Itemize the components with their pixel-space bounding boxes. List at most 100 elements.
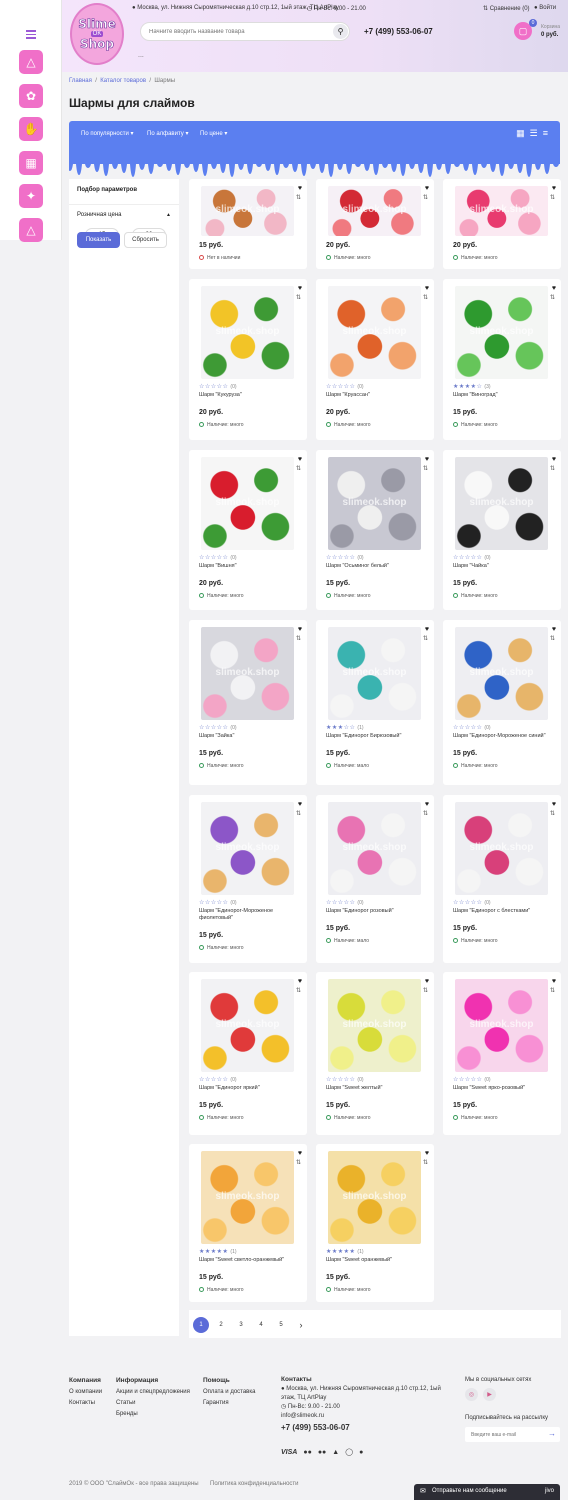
chevron-up-icon[interactable]: ▲ bbox=[166, 212, 171, 218]
product-card[interactable]: slimeok.shop ♥ ⇅ ★★★☆☆ (1) Шарм "Единорог Бир… bbox=[316, 620, 434, 785]
heart-icon[interactable]: ♥ bbox=[552, 285, 556, 292]
compare-icon[interactable]: ⇅ bbox=[550, 465, 555, 472]
heart-icon[interactable]: ♥ bbox=[425, 1150, 429, 1157]
product-card[interactable]: slimeok.shop ♥ ⇅ ★★★★★ (1) Шарм "Sweet светло… bbox=[189, 1144, 307, 1302]
compare-icon[interactable]: ⇅ bbox=[296, 635, 301, 642]
heart-icon[interactable]: ♥ bbox=[425, 456, 429, 463]
product-name[interactable]: Шарм "Sweet оранжевый" bbox=[326, 1257, 426, 1264]
compare-icon[interactable]: ⇅ bbox=[550, 810, 555, 817]
heart-icon[interactable]: ♥ bbox=[552, 626, 556, 633]
bottle-icon[interactable]: △ bbox=[19, 218, 43, 242]
youtube-icon[interactable]: ▶ bbox=[483, 1388, 496, 1401]
product-card[interactable]: slimeok.shop ♥ ⇅ ☆☆☆☆☆ (0) Шарм "Единорог-Мор… bbox=[189, 795, 307, 963]
product-card[interactable]: slimeok.shop ♥ ⇅ 15 руб. Нет в наличии bbox=[189, 179, 307, 269]
heart-icon[interactable]: ♥ bbox=[298, 978, 302, 985]
compact-view-icon[interactable]: ≡ bbox=[543, 128, 548, 139]
header-phone[interactable]: +7 (499) 553-06-07 bbox=[364, 27, 433, 36]
sort-popular[interactable]: По популярности ▾ bbox=[81, 130, 134, 137]
product-image[interactable]: slimeok.shop bbox=[328, 186, 421, 236]
compare-icon[interactable]: ⇅ bbox=[550, 194, 555, 201]
heart-icon[interactable]: ♥ bbox=[425, 185, 429, 192]
product-name[interactable]: Шарм "Кукуруза" bbox=[199, 392, 299, 399]
search-icon[interactable]: ⚲ bbox=[333, 24, 348, 39]
heart-icon[interactable]: ♥ bbox=[298, 456, 302, 463]
product-card[interactable]: slimeok.shop ♥ ⇅ ☆☆☆☆☆ (0) Шарм "Зайка" 15 руб… bbox=[189, 620, 307, 785]
privacy-policy-link[interactable]: Политика конфиденциальности bbox=[210, 1481, 299, 1487]
page-4-button[interactable]: 4 bbox=[253, 1317, 269, 1333]
slime-icon[interactable]: ✿ bbox=[19, 84, 43, 108]
heart-icon[interactable]: ♥ bbox=[425, 801, 429, 808]
footer-phone[interactable]: +7 (499) 553-06-07 bbox=[281, 1423, 350, 1432]
compare-icon[interactable]: ⇅ bbox=[423, 1159, 428, 1166]
product-card[interactable]: slimeok.shop ♥ ⇅ ☆☆☆☆☆ (0) Шарм "Единорог ярк… bbox=[189, 972, 307, 1135]
list-view-icon[interactable]: ☰ bbox=[530, 128, 538, 139]
compare-icon[interactable]: ⇅ bbox=[296, 1159, 301, 1166]
kit-icon[interactable]: ▦ bbox=[19, 151, 43, 175]
heart-icon[interactable]: ♥ bbox=[425, 978, 429, 985]
heart-icon[interactable]: ♥ bbox=[298, 1150, 302, 1157]
more-dots[interactable]: ... bbox=[138, 52, 144, 59]
compare-icon[interactable]: ⇅ bbox=[296, 987, 301, 994]
product-card[interactable]: slimeok.shop ♥ ⇅ ☆☆☆☆☆ (0) Шарм "Единорог с б… bbox=[443, 795, 561, 963]
price-filter-label[interactable]: Розничная цена bbox=[77, 212, 121, 218]
breadcrumb-home[interactable]: Главная bbox=[69, 78, 92, 84]
product-image[interactable]: slimeok.shop bbox=[201, 802, 294, 895]
product-name[interactable]: Шарм "Sweet ярко-розовый" bbox=[453, 1085, 553, 1092]
email-field[interactable] bbox=[465, 1427, 545, 1442]
footer-link[interactable]: Бренды bbox=[116, 1411, 138, 1417]
next-page-icon[interactable]: › bbox=[293, 1317, 309, 1333]
product-image[interactable]: slimeok.shop bbox=[328, 802, 421, 895]
sparkle-icon[interactable]: ✦ bbox=[19, 184, 43, 208]
page-1-button[interactable]: 1 bbox=[193, 1317, 209, 1333]
login-link[interactable]: ● Войти bbox=[534, 5, 556, 11]
product-name[interactable]: Шарм "Чайка" bbox=[453, 563, 553, 570]
product-name[interactable]: Шарм "Виноград" bbox=[453, 392, 553, 399]
compare-icon[interactable]: ⇅ bbox=[423, 465, 428, 472]
compare-icon[interactable]: ⇅ bbox=[550, 635, 555, 642]
product-name[interactable]: Шарм "Единорог розовый" bbox=[326, 908, 426, 915]
page-3-button[interactable]: 3 bbox=[233, 1317, 249, 1333]
product-image[interactable]: slimeok.shop bbox=[455, 457, 548, 550]
heart-icon[interactable]: ♥ bbox=[552, 185, 556, 192]
product-image[interactable]: slimeok.shop bbox=[201, 1151, 294, 1244]
compare-icon[interactable]: ⇅ bbox=[550, 987, 555, 994]
product-card[interactable]: slimeok.shop ♥ ⇅ ☆☆☆☆☆ (0) Шарм "Единорог роз… bbox=[316, 795, 434, 963]
compare-icon[interactable]: ⇅ bbox=[423, 194, 428, 201]
footer-link[interactable]: Оплата и доставка bbox=[203, 1389, 255, 1395]
sort-alpha[interactable]: По алфавиту ▾ bbox=[147, 130, 188, 137]
compare-link[interactable]: ⇅ Сравнение (0) bbox=[483, 5, 530, 12]
sort-price[interactable]: По цене ▾ bbox=[200, 130, 227, 137]
compare-icon[interactable]: ⇅ bbox=[423, 294, 428, 301]
compare-icon[interactable]: ⇅ bbox=[296, 194, 301, 201]
product-image[interactable]: slimeok.shop bbox=[328, 457, 421, 550]
product-name[interactable]: Шарм "Круассан" bbox=[326, 392, 426, 399]
product-card[interactable]: slimeok.shop ♥ ⇅ ★★★★☆ (3) Шарм "Виноград" 15 … bbox=[443, 279, 561, 440]
compare-icon[interactable]: ⇅ bbox=[296, 810, 301, 817]
heart-icon[interactable]: ♥ bbox=[552, 978, 556, 985]
footer-link[interactable]: Статьи bbox=[116, 1400, 135, 1406]
product-name[interactable]: Шарм "Вишня" bbox=[199, 563, 299, 570]
compare-icon[interactable]: ⇅ bbox=[550, 294, 555, 301]
compare-icon[interactable]: ⇅ bbox=[423, 810, 428, 817]
heart-icon[interactable]: ♥ bbox=[552, 456, 556, 463]
heart-icon[interactable]: ♥ bbox=[552, 801, 556, 808]
heart-icon[interactable]: ♥ bbox=[425, 285, 429, 292]
product-image[interactable]: slimeok.shop bbox=[328, 979, 421, 1072]
page-2-button[interactable]: 2 bbox=[213, 1317, 229, 1333]
product-card[interactable]: slimeok.shop ♥ ⇅ ★★★★★ (1) Шарм "Sweet оранже… bbox=[316, 1144, 434, 1302]
search-input[interactable] bbox=[141, 23, 321, 40]
compare-icon[interactable]: ⇅ bbox=[423, 987, 428, 994]
heart-icon[interactable]: ♥ bbox=[298, 801, 302, 808]
page-5-button[interactable]: 5 bbox=[273, 1317, 289, 1333]
product-image[interactable]: slimeok.shop bbox=[455, 979, 548, 1072]
product-image[interactable]: slimeok.shop bbox=[455, 627, 548, 720]
product-image[interactable]: slimeok.shop bbox=[201, 457, 294, 550]
footer-link[interactable]: Акции и спецпредложения bbox=[116, 1389, 190, 1395]
product-image[interactable]: slimeok.shop bbox=[201, 627, 294, 720]
heart-icon[interactable]: ♥ bbox=[298, 285, 302, 292]
product-image[interactable]: slimeok.shop bbox=[455, 286, 548, 379]
product-image[interactable]: slimeok.shop bbox=[455, 186, 548, 236]
product-name[interactable]: Шарм "Осьминог белый" bbox=[326, 563, 426, 570]
product-image[interactable]: slimeok.shop bbox=[328, 1151, 421, 1244]
product-card[interactable]: slimeok.shop ♥ ⇅ 20 руб. Наличие: много bbox=[316, 179, 434, 269]
